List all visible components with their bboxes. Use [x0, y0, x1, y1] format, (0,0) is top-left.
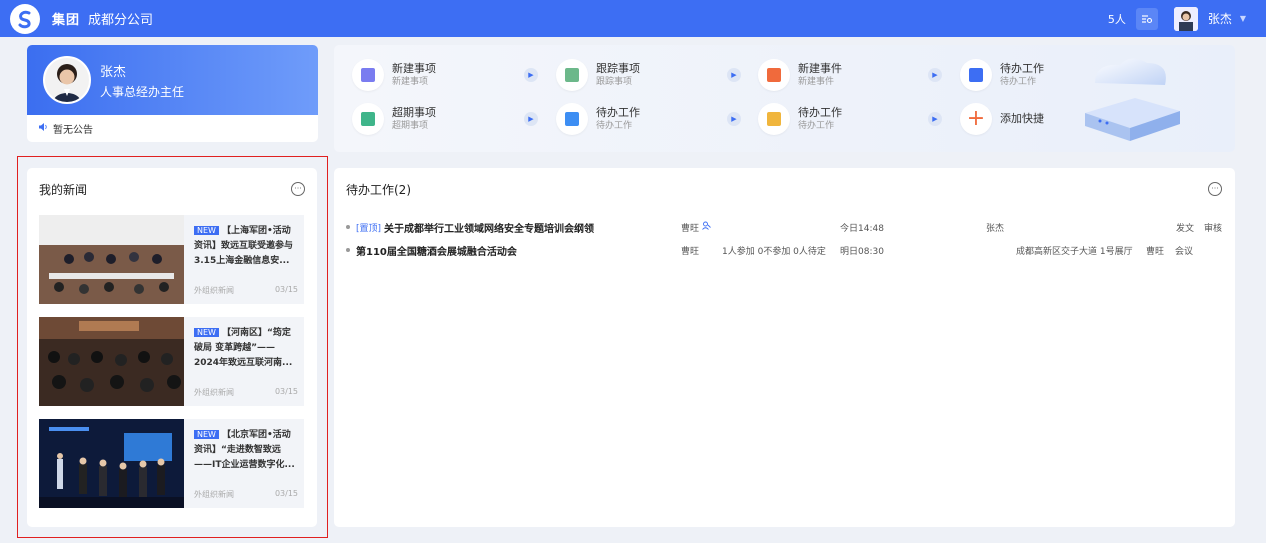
play-arrow-icon[interactable]: ▶	[524, 68, 538, 82]
news-date: 03/15	[274, 489, 298, 498]
todo-location: 成都高新区交子大道 1号展厅	[1016, 246, 1133, 257]
todo-owner: 曹旺	[1146, 246, 1165, 257]
play-arrow-icon[interactable]: ▶	[928, 68, 942, 82]
online-count[interactable]: 5人	[1108, 11, 1126, 27]
more-icon[interactable]: ···	[291, 182, 305, 196]
news-card[interactable]: NEW 【北京军团•活动资讯】“走进数智致远——IT企业运营数字化... 外组织新…	[39, 419, 304, 508]
new-badge: NEW	[194, 328, 219, 337]
pinned-tag: [置顶]	[356, 223, 382, 234]
org-name[interactable]: 成都分公司	[88, 9, 153, 28]
person-icon	[702, 221, 711, 233]
todo-sender: 曹旺	[681, 223, 700, 234]
quick-actions-panel: 新建事项 新建事项 ▶ 跟踪事项 跟踪事项 ▶ 新建事件 新建事件 ▶ 待办工作 待办工…	[334, 45, 1235, 152]
new-badge: NEW	[194, 430, 219, 439]
table-row[interactable]: [置顶] 关于成都举行工业领域网络安全专题培训会纲领 曹旺 今日14:48 张杰…	[346, 218, 1225, 236]
quick-todo-work-3[interactable]: 待办工作 待办工作	[758, 103, 842, 135]
quick-track-item[interactable]: 跟踪事项 跟踪事项	[556, 59, 640, 91]
quick-todo-work-2[interactable]: 待办工作 待办工作	[556, 103, 640, 135]
news-source: 外组织新闻	[194, 490, 234, 499]
todo-sender: 曹旺	[681, 246, 700, 257]
news-headline[interactable]: NEW 【上海军团•活动资讯】致远互联受邀参与3.15上海金融信息安...	[194, 223, 298, 268]
news-card[interactable]: NEW 【上海军团•活动资讯】致远互联受邀参与3.15上海金融信息安... 外组织…	[39, 215, 304, 304]
todo-person: 张杰	[986, 223, 1005, 234]
news-date: 03/15	[274, 387, 298, 396]
news-image	[39, 215, 184, 304]
folder-icon	[758, 103, 790, 135]
calendar-icon	[758, 59, 790, 91]
track-item-icon	[556, 59, 588, 91]
todo-panel: 待办工作(2) ··· [置顶] 关于成都举行工业领域网络安全专题培训会纲领 曹…	[334, 168, 1235, 527]
news-headline[interactable]: NEW 【河南区】“筠定破局 变革跨越”——2024年致远互联河南...	[194, 325, 298, 370]
profile-card: 张杰 人事总经办主任 暂无公告	[27, 45, 318, 142]
search-icon[interactable]	[1135, 7, 1158, 30]
brand-name: 集团	[52, 13, 81, 28]
todo-type: 发文	[1176, 223, 1195, 234]
user-name[interactable]: 张杰	[1208, 10, 1232, 27]
quick-new-event[interactable]: 新建事件 新建事件	[758, 59, 842, 91]
todo-action[interactable]: 审核	[1204, 221, 1222, 234]
play-arrow-icon[interactable]: ▶	[727, 68, 741, 82]
news-image	[39, 419, 184, 508]
play-arrow-icon[interactable]: ▶	[524, 112, 538, 126]
cloud-server-illustration	[1085, 58, 1180, 141]
news-source: 外组织新闻	[194, 388, 234, 397]
todo-time: 明日08:30	[840, 246, 884, 257]
more-icon[interactable]: ···	[1208, 182, 1222, 196]
todo-time: 今日14:48	[840, 223, 884, 234]
news-card[interactable]: NEW 【河南区】“筠定破局 变革跨越”——2024年致远互联河南... 外组织新…	[39, 317, 304, 406]
speaker-icon	[39, 123, 48, 134]
todo-attendance: 1人参加 0不参加 0人待定	[722, 246, 826, 257]
brand-logo-icon[interactable]	[10, 3, 40, 34]
new-badge: NEW	[194, 226, 219, 235]
profile-title: 人事总经办主任	[100, 85, 185, 99]
todo-item-title[interactable]: 第110届全国糖酒会展城融合活动会	[356, 243, 517, 258]
table-row[interactable]: 第110届全国糖酒会展城融合活动会 曹旺 1人参加 0不参加 0人待定 明日08…	[346, 241, 1225, 259]
todo-title: 待办工作(2)	[346, 183, 411, 197]
quick-overdue-item[interactable]: 超期事项 超期事项	[352, 103, 436, 135]
quick-new-item[interactable]: 新建事项 新建事项	[352, 59, 436, 91]
news-date: 03/15	[274, 285, 298, 294]
profile-name: 张杰	[100, 65, 127, 80]
top-bar: 集团 成都分公司 5人 张杰 ▼	[0, 0, 1266, 37]
plus-icon: +	[960, 103, 992, 135]
todo-icon	[556, 103, 588, 135]
news-title: 我的新闻	[39, 183, 88, 197]
chevron-down-icon[interactable]: ▼	[1240, 14, 1246, 23]
quick-add-shortcut[interactable]: + 添加快捷	[960, 103, 1044, 135]
play-arrow-icon[interactable]: ▶	[928, 112, 942, 126]
announcement-text: 暂无公告	[53, 125, 93, 136]
my-news-panel: 我的新闻 ··· NEW 【上海军团•活动资讯】致远互联受邀参与3.15上海金融信…	[27, 168, 317, 527]
user-avatar[interactable]	[1173, 6, 1198, 31]
todo-icon	[960, 59, 992, 91]
new-item-icon	[352, 59, 384, 91]
todo-type: 会议	[1175, 246, 1194, 257]
news-source: 外组织新闻	[194, 286, 234, 295]
overdue-icon	[352, 103, 384, 135]
quick-todo-work-1[interactable]: 待办工作 待办工作	[960, 59, 1044, 91]
news-headline[interactable]: NEW 【北京军团•活动资讯】“走进数智致远——IT企业运营数字化...	[194, 427, 298, 472]
play-arrow-icon[interactable]: ▶	[727, 112, 741, 126]
announcement-bar[interactable]: 暂无公告	[27, 115, 318, 142]
profile-banner: 张杰 人事总经办主任	[27, 45, 318, 115]
profile-avatar[interactable]	[43, 56, 91, 104]
todo-item-title[interactable]: 关于成都举行工业领域网络安全专题培训会纲领	[384, 220, 594, 235]
news-image	[39, 317, 184, 406]
